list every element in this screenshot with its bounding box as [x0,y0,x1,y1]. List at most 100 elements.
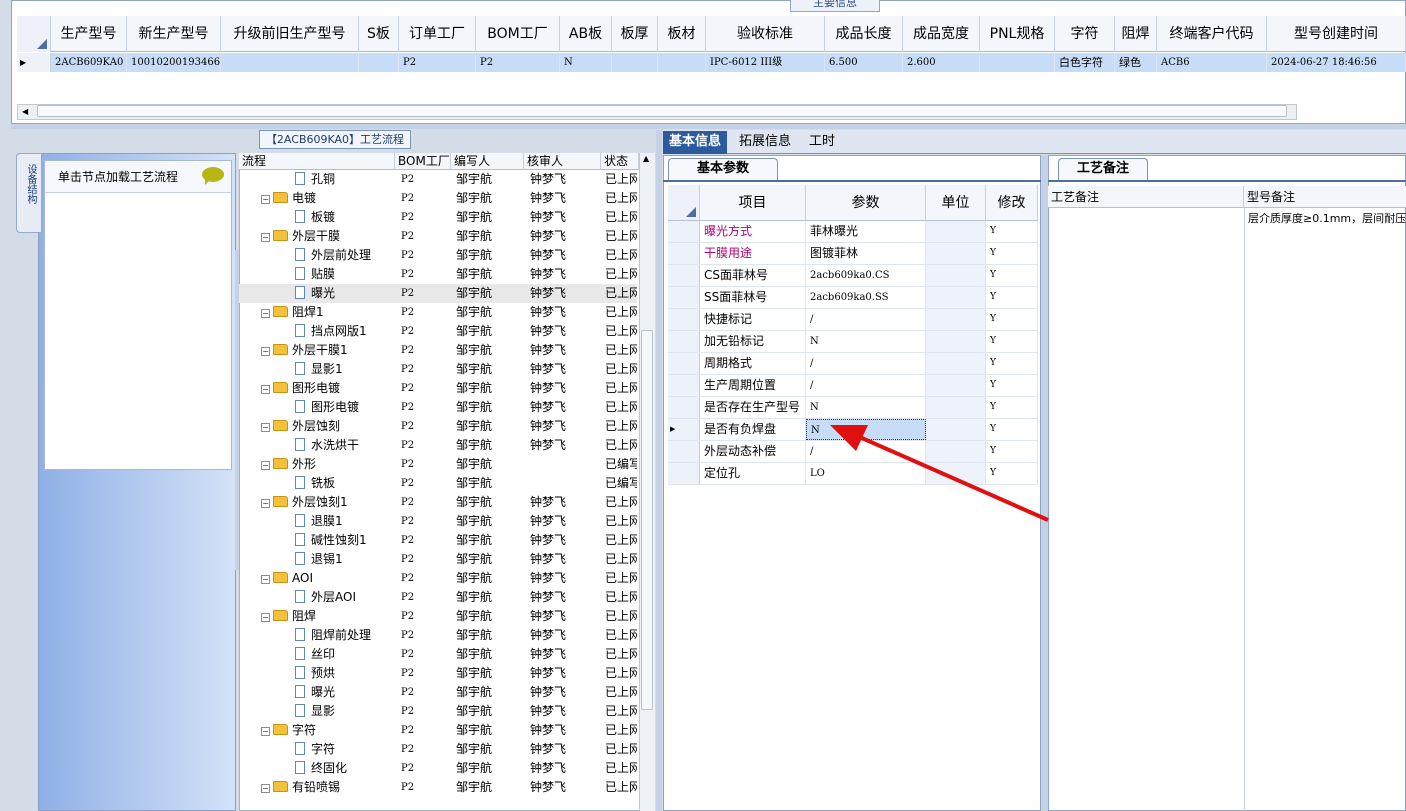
row-header[interactable] [668,331,700,352]
tree-node[interactable]: 铣板 [295,474,395,493]
tree-node[interactable]: − 外层蚀刻 [261,417,395,436]
collapse-icon[interactable]: − [261,613,270,622]
model-note-text[interactable]: 层介质厚度≥0.1mm，层间耐压 [1248,210,1406,228]
cell-12[interactable] [980,53,1055,72]
tree-node[interactable]: 板镀 [295,208,395,227]
tree-row[interactable]: 铣板 P2 邹宇航 已编写 [239,474,637,493]
row-header[interactable] [668,375,700,396]
main-grid-row[interactable]: 2ACB609KA0 10010200193466 P2 P2 N IPC-6012 II… [17,53,1406,72]
cell-2[interactable] [221,53,359,72]
collapse-icon[interactable]: − [261,499,270,508]
collapse-icon[interactable]: − [261,233,270,242]
tree-node[interactable]: 曝光 [295,284,395,303]
param-param[interactable]: N [806,331,926,352]
tree-row[interactable]: − 外层蚀刻1 P2 邹宇航 钟梦飞 已上网 [239,493,637,512]
tree-row[interactable]: − 外形 P2 邹宇航 已编写 [239,455,637,474]
collapse-icon[interactable]: − [261,461,270,470]
row-header[interactable] [668,287,700,308]
tree-row[interactable]: − 有铅喷锡 P2 邹宇航 钟梦飞 已上网 [239,778,637,797]
tree-row[interactable]: − 外层干膜 P2 邹宇航 钟梦飞 已上网 [239,227,637,246]
tree-node[interactable]: 图形电镀 [295,398,395,417]
tab-basic-params[interactable]: 基本参数 [668,158,778,180]
cell-13[interactable]: 白色字符 [1055,53,1115,72]
param-param[interactable]: / [806,309,926,330]
collapse-icon[interactable]: − [261,309,270,318]
param-param[interactable]: / [806,375,926,396]
col-header-15[interactable]: 终端客户代码 [1157,16,1267,52]
collapse-icon[interactable]: − [261,385,270,394]
param-row[interactable]: SS面菲林号 2acb609ka0.SS Y [668,287,1038,309]
row-header[interactable] [668,463,700,484]
cell-6[interactable]: N [560,53,612,72]
col-header-1[interactable]: 新生产型号 [127,16,221,52]
param-row[interactable]: 生产周期位置 / Y [668,375,1038,397]
row-header[interactable] [668,265,700,286]
tree-row[interactable]: 水洗烘干 P2 邹宇航 钟梦飞 已上网 [239,436,637,455]
col-header-16[interactable]: 型号创建时间 [1267,16,1406,52]
cell-5[interactable]: P2 [476,53,560,72]
tree-col-3[interactable]: 核审人 [524,153,601,170]
cell-4[interactable]: P2 [399,53,476,72]
tree-node[interactable]: − 外层干膜 [261,227,395,246]
tree-node[interactable]: − 阻焊1 [261,303,395,322]
tree-row[interactable]: 退锡1 P2 邹宇航 钟梦飞 已上网 [239,550,637,569]
row-header[interactable] [668,397,700,418]
tree-node[interactable]: 退膜1 [295,512,395,531]
tree-row[interactable]: 孔铜 P2 邹宇航 钟梦飞 已上网 [239,170,637,189]
tree-row[interactable]: 预烘 P2 邹宇航 钟梦飞 已上网 [239,664,637,683]
col-header-13[interactable]: 字符 [1055,16,1115,52]
col-header-11[interactable]: 成品宽度 [903,16,980,52]
cell-3[interactable] [359,53,399,72]
tree-row[interactable]: 挡点网版1 P2 邹宇航 钟梦飞 已上网 [239,322,637,341]
param-row[interactable]: 干膜用途 图镀菲林 Y [668,243,1038,265]
tree-row[interactable]: − 图形电镀 P2 邹宇航 钟梦飞 已上网 [239,379,637,398]
tree-node[interactable]: − 字符 [261,721,395,740]
tree-row[interactable]: 退膜1 P2 邹宇航 钟梦飞 已上网 [239,512,637,531]
tree-node[interactable]: 外层前处理 [295,246,395,265]
row-header[interactable] [668,309,700,330]
col-header-14[interactable]: 阻焊 [1115,16,1157,52]
tree-row[interactable]: 曝光 P2 邹宇航 钟梦飞 已上网 [239,683,637,702]
row-header[interactable] [668,243,700,264]
tab-work-hours[interactable]: 工时 [803,131,841,154]
tree-col-2[interactable]: 编写人 [451,153,524,170]
tree-row[interactable]: 外层前处理 P2 邹宇航 钟梦飞 已上网 [239,246,637,265]
param-param[interactable]: 2acb609ka0.CS [806,265,926,286]
tree-row[interactable]: 字符 P2 邹宇航 钟梦飞 已上网 [239,740,637,759]
tree-node[interactable]: 丝印 [295,645,395,664]
cell-8[interactable] [658,53,706,72]
cell-0[interactable]: 2ACB609KA0 [51,53,127,72]
cell-10[interactable]: 6.500 [825,53,903,72]
col-header-6[interactable]: AB板 [560,16,612,52]
collapse-icon[interactable]: − [261,575,270,584]
tree-row[interactable]: 终固化 P2 邹宇航 钟梦飞 已上网 [239,759,637,778]
tree-node[interactable]: 终固化 [295,759,395,778]
cell-11[interactable]: 2.600 [903,53,980,72]
tree-row[interactable]: − 电镀 P2 邹宇航 钟梦飞 已上网 [239,189,637,208]
tree-col-4[interactable]: 状态 [601,153,639,170]
tree-node[interactable]: − 外形 [261,455,395,474]
cell-7[interactable] [612,53,658,72]
tree-node[interactable]: 挡点网版1 [295,322,395,341]
row-header[interactable]: ▶ [668,419,700,440]
scroll-left-icon[interactable]: ◀ [22,105,28,119]
tree-node[interactable]: − AOI [261,569,395,588]
col-header-2[interactable]: 升级前旧生产型号 [221,16,359,52]
tree-row[interactable]: 显影 P2 邹宇航 钟梦飞 已上网 [239,702,637,721]
tree-row[interactable]: 板镀 P2 邹宇航 钟梦飞 已上网 [239,208,637,227]
tree-node[interactable]: 退锡1 [295,550,395,569]
tree-node[interactable]: 曝光 [295,683,395,702]
tree-row[interactable]: − 外层蚀刻 P2 邹宇航 钟梦飞 已上网 [239,417,637,436]
col-header-9[interactable]: 验收标准 [706,16,825,52]
cell-9[interactable]: IPC-6012 III级 [706,53,825,72]
tree-col-0[interactable]: 流程 [239,153,395,170]
param-param[interactable]: 菲林曝光 [806,221,926,242]
tree-row[interactable]: − AOI P2 邹宇航 钟梦飞 已上网 [239,569,637,588]
col-header-3[interactable]: S板 [359,16,399,52]
tree-row[interactable]: 外层AOI P2 邹宇航 钟梦飞 已上网 [239,588,637,607]
collapse-icon[interactable]: − [261,347,270,356]
tree-row[interactable]: − 外层干膜1 P2 邹宇航 钟梦飞 已上网 [239,341,637,360]
side-tab-device-structure[interactable]: 设备结构 [16,153,42,233]
tree-node[interactable]: − 图形电镀 [261,379,395,398]
tree-node[interactable]: − 有铅喷锡 [261,778,395,797]
